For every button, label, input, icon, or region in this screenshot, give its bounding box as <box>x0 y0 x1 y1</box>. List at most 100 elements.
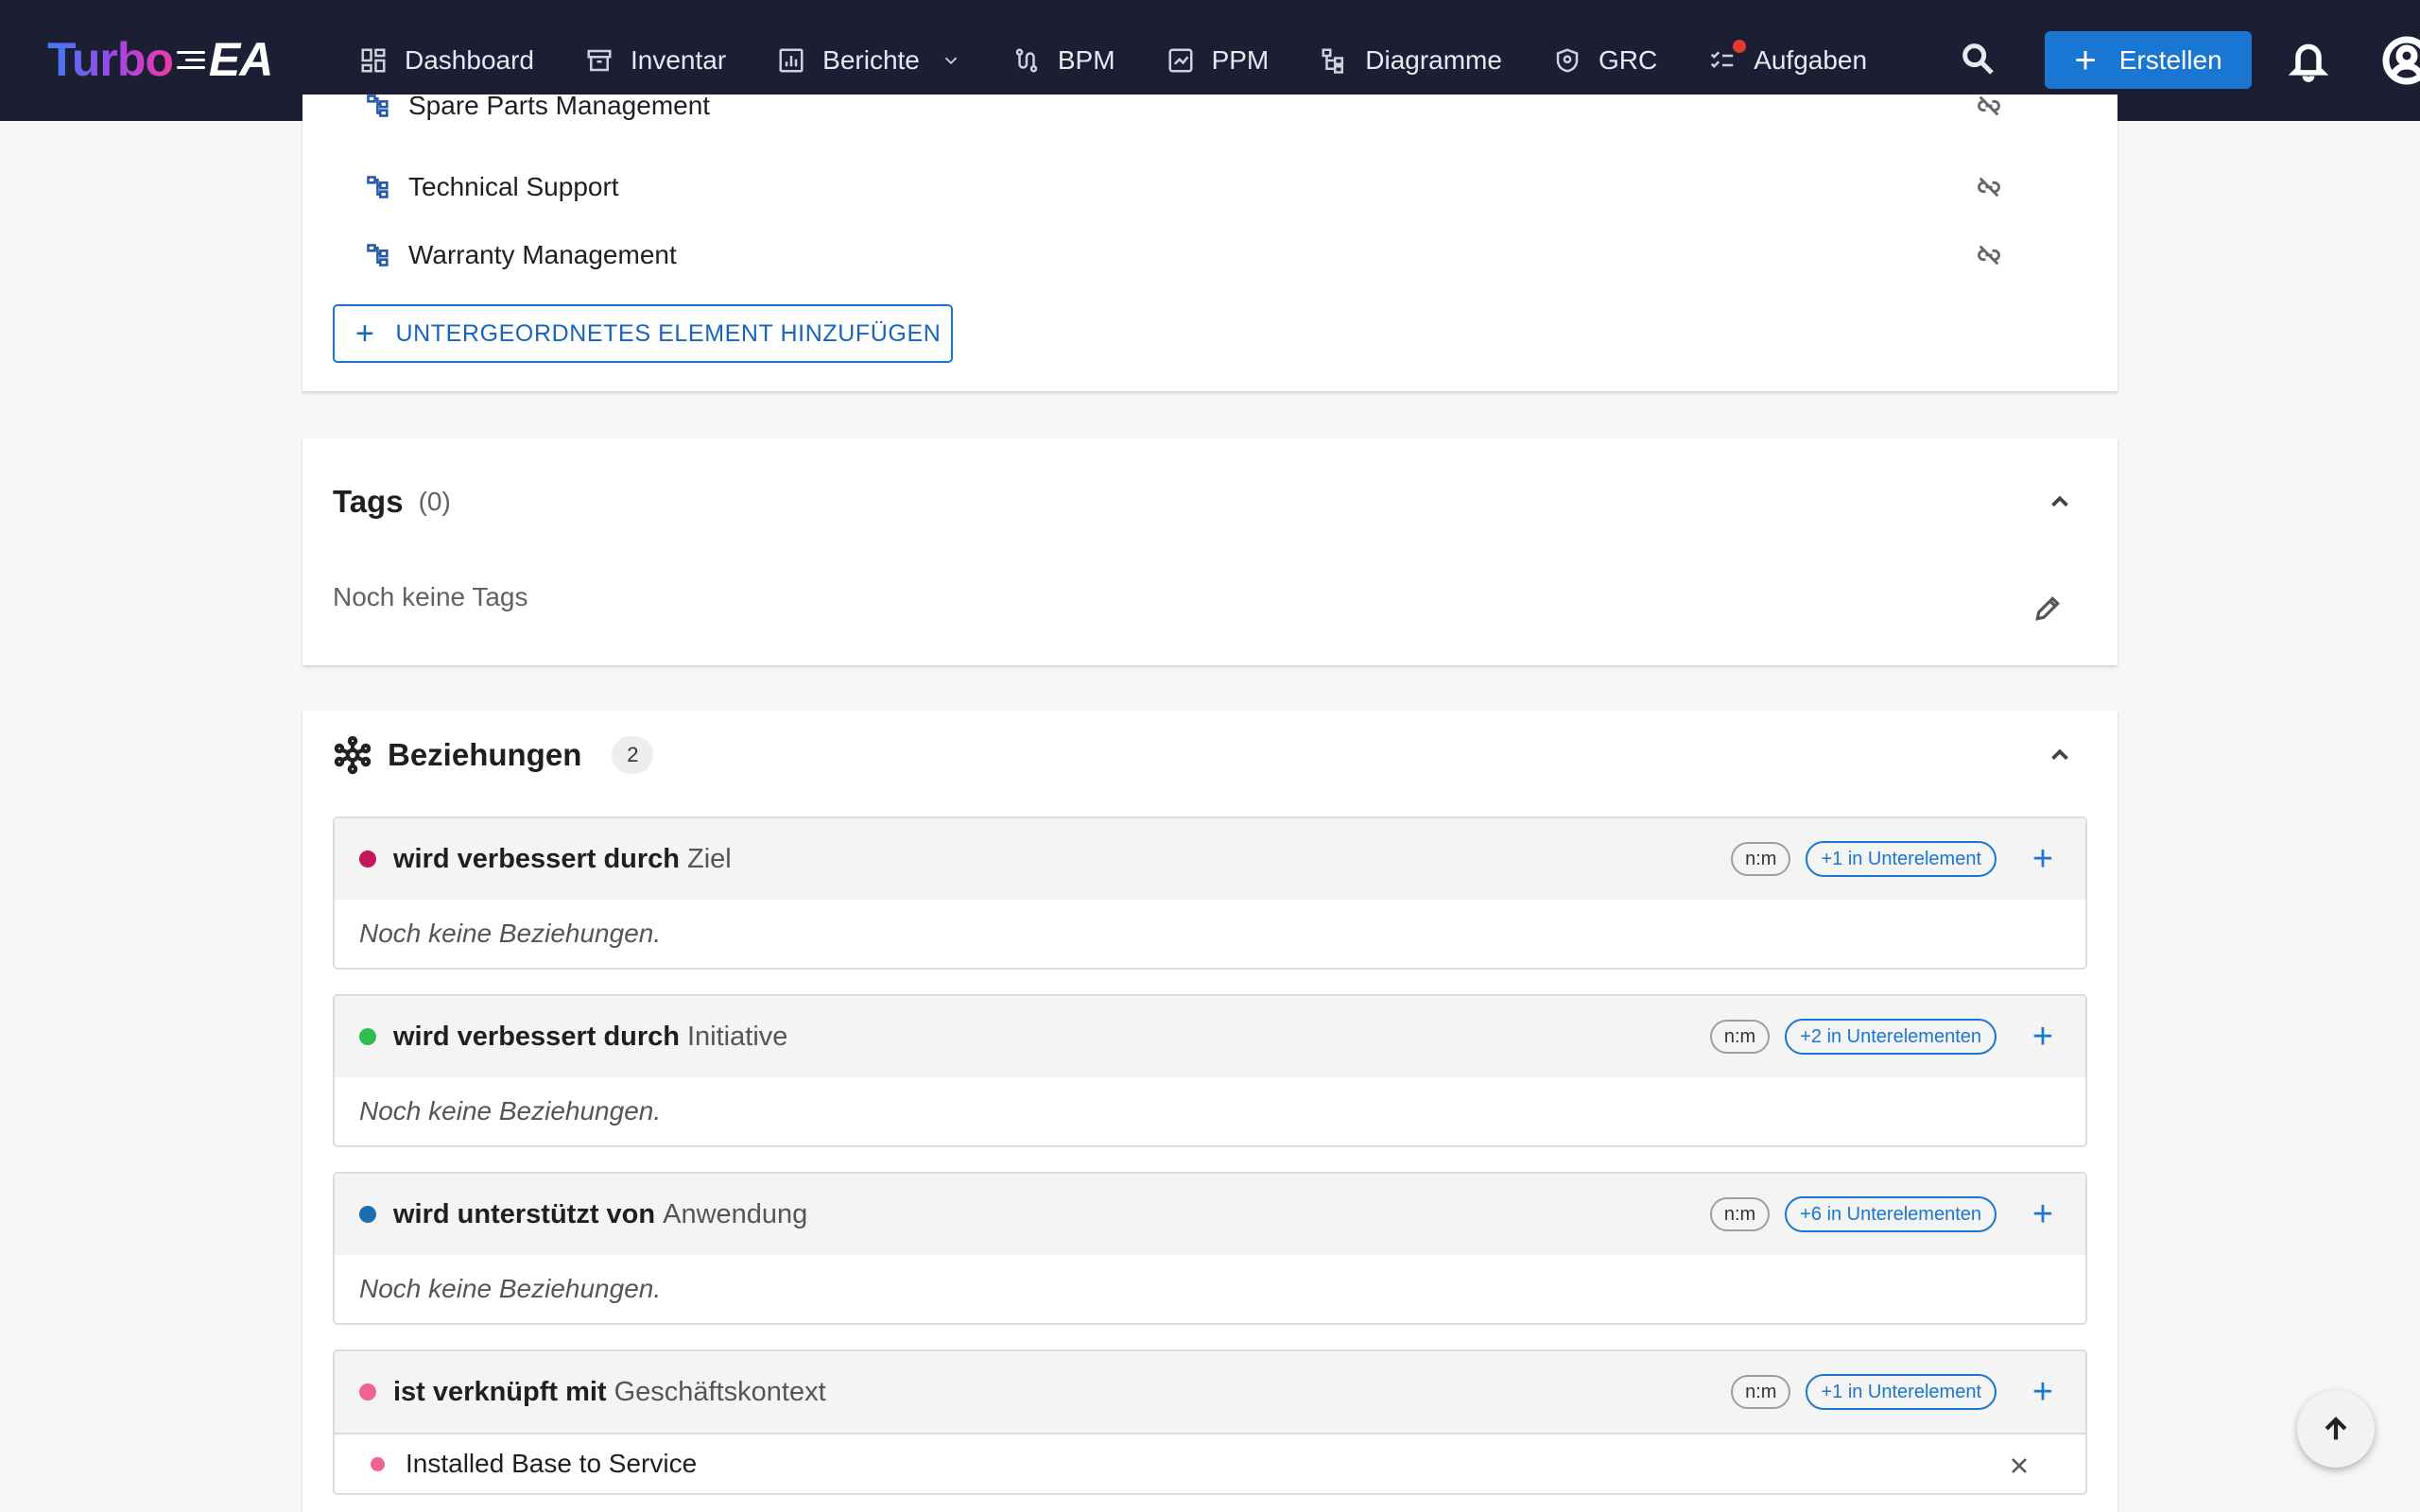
relation-group: ist verknüpft mit Geschäftskontext n:m +… <box>333 1349 2087 1495</box>
relation-label: wird unterstützt von <box>393 1198 656 1229</box>
nav-inventar-label: Inventar <box>630 45 727 75</box>
tags-count: (0) <box>418 487 451 516</box>
relation-target-type: Anwendung <box>663 1198 808 1229</box>
unlink-button[interactable] <box>1976 94 2002 119</box>
nav-aufgaben[interactable]: Aufgaben <box>1708 32 1867 89</box>
relation-group-header: ist verknüpft mit Geschäftskontext n:m +… <box>335 1351 2085 1433</box>
relation-group-header: wird unterstützt von Anwendung n:m +6 in… <box>335 1174 2085 1255</box>
unlink-button[interactable] <box>1976 174 2002 200</box>
relation-group-header: wird verbessert durch Initiative n:m +2 … <box>335 996 2085 1077</box>
chevron-up-icon <box>2051 748 2068 761</box>
relation-type-dot <box>359 1028 376 1045</box>
relation-item-label[interactable]: Installed Base to Service <box>406 1449 697 1479</box>
tags-header[interactable]: Tags (0) <box>333 484 451 520</box>
child-item[interactable]: Technical Support <box>365 168 2048 206</box>
child-item-label: Warranty Management <box>408 240 677 269</box>
route-icon <box>1015 48 1038 73</box>
add-relation-button[interactable]: + <box>2029 841 2057 877</box>
relation-type-dot <box>359 1206 376 1223</box>
create-button[interactable]: + Erstellen <box>2045 31 2252 89</box>
unlink-button[interactable] <box>1976 242 2002 268</box>
link-off-icon <box>1978 245 2000 266</box>
cardinality-chip: n:m <box>1709 1020 1771 1054</box>
relation-empty-text: Noch keine Beziehungen. <box>359 919 662 948</box>
relations-card: Beziehungen 2 wird verbessert durch Ziel… <box>302 711 2118 1512</box>
relation-empty-text: Noch keine Beziehungen. <box>359 1274 662 1303</box>
nav-ppm[interactable]: PPM <box>1167 32 1269 89</box>
pencil-icon <box>2035 596 2060 621</box>
children-card: Spare Parts Management Technical Support… <box>302 94 2118 391</box>
child-item[interactable]: Warranty Management <box>365 236 2048 274</box>
relations-collapse-button[interactable] <box>2046 741 2074 769</box>
hub-icon <box>333 735 372 775</box>
relation-group-header: wird verbessert durch Ziel n:m +1 in Unt… <box>335 818 2085 900</box>
relation-target-type: Geschäftskontext <box>614 1376 826 1407</box>
relation-empty-text: Noch keine Beziehungen. <box>359 1096 662 1125</box>
remove-relation-button[interactable] <box>2008 1453 2031 1476</box>
relation-target-type: Ziel <box>687 843 732 874</box>
account-button[interactable] <box>2382 36 2420 85</box>
chevron-up-icon <box>2051 495 2068 507</box>
report-icon <box>779 48 804 73</box>
logo-ea-text: EA <box>208 33 273 86</box>
add-relation-button[interactable]: + <box>2029 1019 2057 1055</box>
edit-tags-button[interactable] <box>2032 593 2063 624</box>
add-relation-button[interactable]: + <box>2029 1374 2057 1410</box>
nav-grc-label: GRC <box>1598 45 1658 75</box>
nav-aufgaben-label: Aufgaben <box>1754 45 1868 75</box>
relation-item-dot <box>371 1456 385 1471</box>
tags-title: Tags <box>333 484 404 519</box>
relation-label: wird verbessert durch <box>393 1021 680 1052</box>
nav-berichte[interactable]: Berichte <box>777 32 961 89</box>
nav-dashboard[interactable]: Dashboard <box>359 32 534 89</box>
close-icon <box>2012 1458 2027 1473</box>
nav-bpm[interactable]: BPM <box>1012 32 1115 89</box>
child-item[interactable]: Spare Parts Management <box>365 94 2048 125</box>
nav-inventar[interactable]: Inventar <box>585 32 726 89</box>
hierarchy-icon <box>365 242 391 268</box>
relation-group: wird verbessert durch Initiative n:m +2 … <box>333 994 2087 1147</box>
account-circle-icon <box>2382 36 2420 85</box>
nav-grc[interactable]: GRC <box>1553 32 1657 89</box>
search-icon <box>1962 43 1994 75</box>
tags-collapse-button[interactable] <box>2046 488 2074 516</box>
subelement-count-chip[interactable]: +1 in Unterelement <box>1806 1374 1996 1410</box>
link-off-icon <box>1978 95 2000 116</box>
relation-label: ist verknüpft mit <box>393 1376 607 1407</box>
tags-empty-text: Noch keine Tags <box>333 582 528 611</box>
nav-bpm-label: BPM <box>1057 45 1115 75</box>
relations-title: Beziehungen <box>388 737 582 772</box>
archive-icon <box>587 49 612 72</box>
relation-group: wird verbessert durch Ziel n:m +1 in Unt… <box>333 816 2087 970</box>
scroll-to-top-button[interactable] <box>2297 1390 2375 1468</box>
link-off-icon <box>1978 177 2000 198</box>
subelement-count-chip[interactable]: +2 in Unterelementen <box>1785 1019 1996 1055</box>
chevron-down-icon <box>944 57 958 65</box>
diagram-icon <box>1322 48 1344 74</box>
nav-dashboard-label: Dashboard <box>405 45 534 75</box>
nav-diagramme-label: Diagramme <box>1365 45 1502 75</box>
nav-diagramme[interactable]: Diagramme <box>1320 32 1502 89</box>
relation-type-dot <box>359 1383 376 1400</box>
search-button[interactable] <box>1959 40 1998 79</box>
add-relation-button[interactable]: + <box>2029 1196 2057 1232</box>
relation-item[interactable]: Installed Base to Service <box>335 1433 2085 1493</box>
relation-group: wird unterstützt von Anwendung n:m +6 in… <box>333 1172 2087 1325</box>
notifications-button[interactable] <box>2288 38 2329 83</box>
subelement-count-chip[interactable]: +1 in Unterelement <box>1806 841 1996 877</box>
hierarchy-icon <box>365 174 391 200</box>
arrow-up-icon <box>2325 1417 2347 1440</box>
subelement-count-chip[interactable]: +6 in Unterelementen <box>1785 1196 1996 1232</box>
child-item-label: Technical Support <box>408 172 619 201</box>
dashboard-icon <box>361 48 386 73</box>
shield-icon <box>1556 48 1579 73</box>
portfolio-icon <box>1168 48 1193 73</box>
app-logo[interactable]: Turbo EA <box>47 32 273 87</box>
plus-icon: + <box>355 315 375 352</box>
add-child-button[interactable]: + UNTERGEORDNETES ELEMENT HINZUFÜGEN <box>333 304 953 363</box>
nav-berichte-label: Berichte <box>822 45 920 75</box>
tags-card: Tags (0) Noch keine Tags <box>302 438 2118 665</box>
child-item-label: Spare Parts Management <box>408 94 711 120</box>
relations-header[interactable]: Beziehungen 2 <box>333 735 654 775</box>
hierarchy-icon <box>365 94 391 119</box>
